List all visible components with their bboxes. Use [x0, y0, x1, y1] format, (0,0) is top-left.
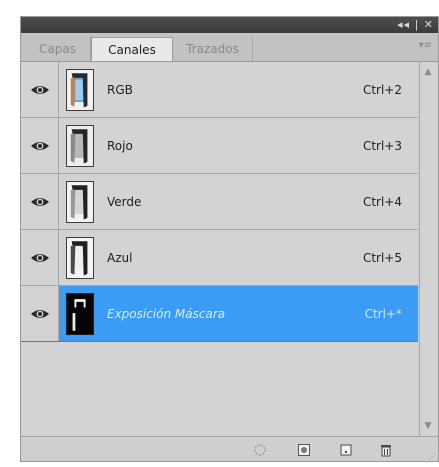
- tab-capas[interactable]: Capas: [25, 37, 91, 61]
- panel-bottom-toolbar: ⋰: [21, 436, 438, 461]
- channel-shortcut: Ctrl+4: [362, 195, 402, 209]
- window-controls[interactable]: ◂◂ | ✕: [397, 18, 434, 31]
- load-selection-icon[interactable]: [253, 443, 267, 457]
- channels-panel: ◂◂ | ✕ Capas Canales Trazados ▾≡ RGB Ctr…: [20, 16, 439, 462]
- channel-name: Exposición Máscara: [107, 307, 226, 321]
- blue-thumbnail: [66, 237, 94, 279]
- channel-row-azul[interactable]: Azul Ctrl+5: [21, 230, 418, 286]
- eye-icon: [31, 310, 49, 318]
- channel-row-rgb[interactable]: RGB Ctrl+2: [21, 62, 418, 118]
- red-thumbnail: [66, 125, 94, 167]
- panel-menu-icon[interactable]: ▾≡: [418, 40, 432, 52]
- visibility-toggle[interactable]: [21, 62, 59, 117]
- scroll-down-icon[interactable]: ▼: [423, 422, 433, 431]
- save-selection-icon[interactable]: [297, 443, 311, 457]
- tab-trazados[interactable]: Trazados: [173, 37, 253, 61]
- eye-icon: [31, 86, 49, 94]
- channel-name: RGB: [107, 83, 133, 97]
- mask-thumbnail: [66, 293, 94, 335]
- visibility-toggle[interactable]: [21, 230, 59, 285]
- panel-tabbar: Capas Canales Trazados ▾≡: [21, 33, 438, 62]
- green-thumbnail: [66, 181, 94, 223]
- visibility-toggle[interactable]: [21, 118, 59, 173]
- channel-shortcut: Ctrl+3: [362, 139, 402, 153]
- channel-shortcut: Ctrl+*: [364, 307, 402, 321]
- scroll-up-icon[interactable]: ▲: [423, 68, 433, 77]
- panel-titlebar: ◂◂ | ✕: [21, 17, 438, 33]
- delete-channel-icon[interactable]: [379, 443, 393, 457]
- rgb-thumbnail: [66, 69, 94, 111]
- channel-name: Verde: [107, 195, 142, 209]
- channel-name: Rojo: [107, 139, 133, 153]
- resize-grip-icon[interactable]: ⋰: [428, 453, 436, 461]
- eye-icon: [31, 142, 49, 150]
- channel-shortcut: Ctrl+2: [362, 83, 402, 97]
- eye-icon: [31, 198, 49, 206]
- channel-list: RGB Ctrl+2 Rojo Ctrl+3 Verde Ctrl+4 Azul…: [21, 62, 418, 436]
- channel-name: Azul: [107, 251, 133, 265]
- tab-canales[interactable]: Canales: [91, 37, 173, 61]
- channel-shortcut: Ctrl+5: [362, 251, 402, 265]
- channel-row-rojo[interactable]: Rojo Ctrl+3: [21, 118, 418, 174]
- channel-row-verde[interactable]: Verde Ctrl+4: [21, 174, 418, 230]
- eye-icon: [31, 254, 49, 262]
- channel-row-exposicion-mascara[interactable]: Exposición Máscara Ctrl+*: [21, 286, 418, 342]
- visibility-toggle[interactable]: [21, 286, 59, 341]
- new-channel-icon[interactable]: [339, 443, 353, 457]
- channel-list-scrollbar[interactable]: ▲ ▼: [419, 62, 437, 436]
- visibility-toggle[interactable]: [21, 174, 59, 229]
